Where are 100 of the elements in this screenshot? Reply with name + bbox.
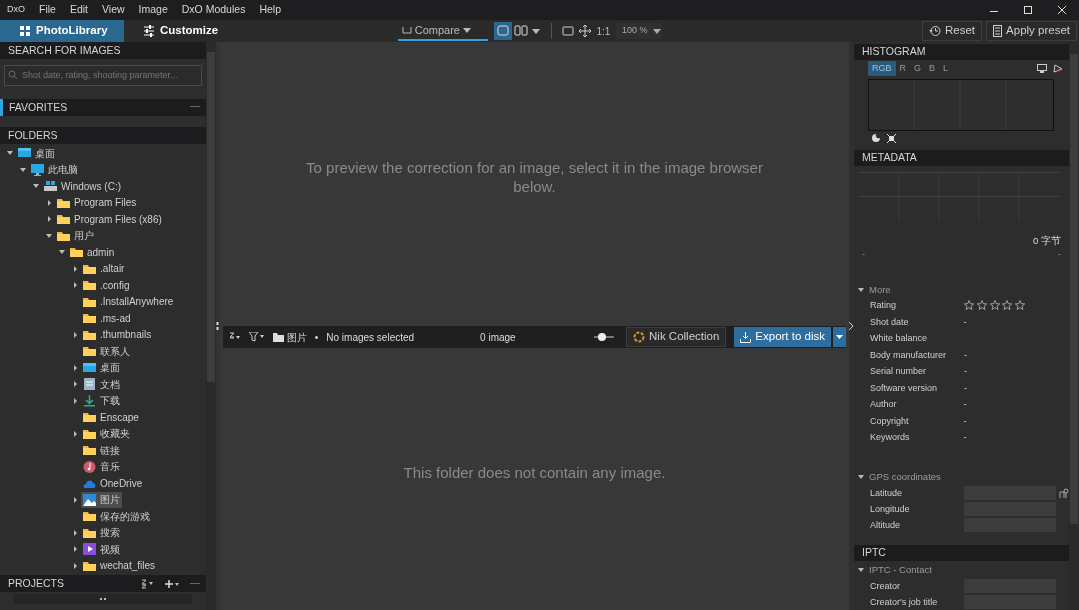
star-icon[interactable] [964, 300, 974, 311]
tree-item[interactable]: 搜索 [81, 524, 122, 541]
tree-item[interactable]: 保存的游戏 [81, 508, 152, 525]
nik-collection-button[interactable]: Nik Collection [626, 327, 727, 347]
splitter-handle-icon[interactable] [216, 321, 219, 331]
field-value: - [963, 380, 968, 395]
tree-item[interactable]: 联系人 [81, 343, 132, 360]
download-icon [83, 394, 96, 407]
tree-item[interactable]: 桌面 [81, 359, 122, 376]
menu-item[interactable]: Edit [62, 2, 95, 18]
expanded-arrow-icon[interactable] [43, 231, 55, 240]
tree-item[interactable]: .ms-ad [81, 310, 133, 327]
menu-item[interactable]: Image [131, 2, 175, 18]
highlight-clip-icon[interactable] [886, 133, 896, 143]
file-size: 0 字节 [1033, 233, 1062, 248]
field-label: Longitude [870, 503, 910, 517]
expanded-arrow-icon[interactable] [17, 165, 29, 174]
search-icon [8, 69, 18, 80]
tree-item[interactable]: wechat_files [81, 557, 158, 574]
tree-item[interactable]: 音乐 [81, 458, 122, 475]
filter-icon[interactable] [249, 332, 265, 342]
channel-tab[interactable]: G [910, 60, 926, 76]
horizontal-scrollbar[interactable] [14, 594, 192, 604]
channel-tab[interactable]: B [925, 60, 940, 76]
preview-message: To preview the correction for an image, select it in the image browser below. [305, 157, 764, 196]
tree-item[interactable]: 文档 [81, 376, 122, 393]
fit-screen-icon[interactable] [561, 26, 574, 36]
section-title: PROJECTS [8, 575, 64, 591]
single-view-button[interactable] [493, 22, 512, 40]
collapse-icon[interactable] [190, 106, 200, 109]
tree-item[interactable]: 收藏夹 [81, 425, 132, 442]
tree-item[interactable]: .thumbnails [81, 326, 154, 343]
tree-item[interactable]: 视频 [81, 541, 122, 558]
field-label: White balance [870, 332, 928, 346]
field-label: Copyright [870, 414, 909, 428]
caret-icon[interactable] [529, 28, 542, 34]
tree-item[interactable]: 此电脑 [29, 161, 80, 178]
slider-thumb[interactable] [597, 333, 606, 341]
menu-item[interactable]: DxO Modules [174, 2, 253, 18]
field-label: Creator's job title [870, 596, 938, 609]
folder-icon [83, 559, 96, 572]
folder-icon [83, 411, 96, 424]
tab[interactable]: PhotoLibrary [0, 20, 124, 42]
grip-icon [99, 597, 107, 601]
menu-item[interactable]: View [95, 2, 132, 18]
channel-tab[interactable]: R [895, 60, 910, 76]
close-icon[interactable] [1056, 4, 1068, 16]
tree-item[interactable]: Enscape [81, 409, 141, 426]
field-value: - [963, 347, 968, 362]
tree-item[interactable]: OneDrive [81, 475, 145, 492]
zoom-dropdown[interactable]: 100 % [615, 23, 662, 39]
tree-item[interactable]: 桌面 [16, 145, 57, 162]
tree-item[interactable]: admin [68, 244, 117, 261]
apply-preset-button[interactable]: Apply preset [986, 21, 1077, 41]
tree-item[interactable]: Windows (C:) [42, 178, 123, 195]
maximize-icon[interactable] [1022, 4, 1034, 16]
tree-item[interactable]: .InstallAnywhere [81, 293, 176, 310]
tree-item[interactable]: 下载 [81, 392, 122, 409]
tree-item[interactable]: .altair [81, 260, 127, 277]
tree-item[interactable]: 图片 [81, 491, 122, 508]
scrollbar-thumb[interactable] [207, 52, 215, 382]
tab[interactable]: Customize [124, 20, 236, 42]
grid-icon [20, 25, 30, 37]
sort-icon[interactable] [141, 578, 154, 589]
caret-button[interactable] [832, 327, 846, 347]
channel-tab[interactable]: L [939, 60, 953, 76]
drive-icon [44, 180, 57, 193]
star-icon[interactable] [976, 300, 987, 311]
caret-icon [652, 28, 661, 34]
tree-item[interactable]: Program Files (x86) [55, 211, 164, 228]
section-title[interactable]: IPTC - Contact [869, 563, 932, 578]
star-icon[interactable] [1015, 300, 1025, 311]
export-button[interactable]: Export to disk [734, 327, 831, 347]
folder-icon [57, 229, 70, 242]
tree-item[interactable]: .config [81, 277, 132, 294]
monitor-icon[interactable] [1037, 63, 1047, 73]
menu-item[interactable]: File [32, 2, 63, 18]
channel-tab[interactable]: RGB [868, 60, 896, 76]
expanded-arrow-icon[interactable] [858, 286, 864, 293]
section-title[interactable]: More [869, 282, 891, 297]
scrollbar-thumb[interactable] [1070, 54, 1078, 524]
tree-item[interactable]: Program Files [55, 194, 139, 211]
move-icon[interactable] [579, 25, 591, 37]
expanded-arrow-icon[interactable] [858, 474, 864, 481]
reset-button[interactable]: Reset [922, 21, 983, 41]
expanded-arrow-icon[interactable] [858, 567, 864, 574]
folder-icon [83, 295, 96, 308]
tree-item[interactable]: 用户 [55, 227, 96, 244]
section-title[interactable]: GPS coordinates [869, 470, 941, 485]
menu-item[interactable]: Help [252, 2, 288, 18]
tree-item[interactable]: 链接 [81, 442, 122, 459]
add-icon[interactable] [165, 578, 179, 589]
star-icon[interactable] [1002, 300, 1013, 311]
moon-icon[interactable] [872, 133, 881, 143]
collapse-icon[interactable] [190, 582, 200, 585]
zoom-ratio-button[interactable]: 1:1 [596, 23, 611, 39]
history-icon [929, 25, 941, 37]
field-label: Latitude [870, 487, 903, 501]
star-icon[interactable] [989, 300, 1000, 311]
search-field[interactable]: Shot date, rating, shooting parameter... [4, 64, 202, 86]
